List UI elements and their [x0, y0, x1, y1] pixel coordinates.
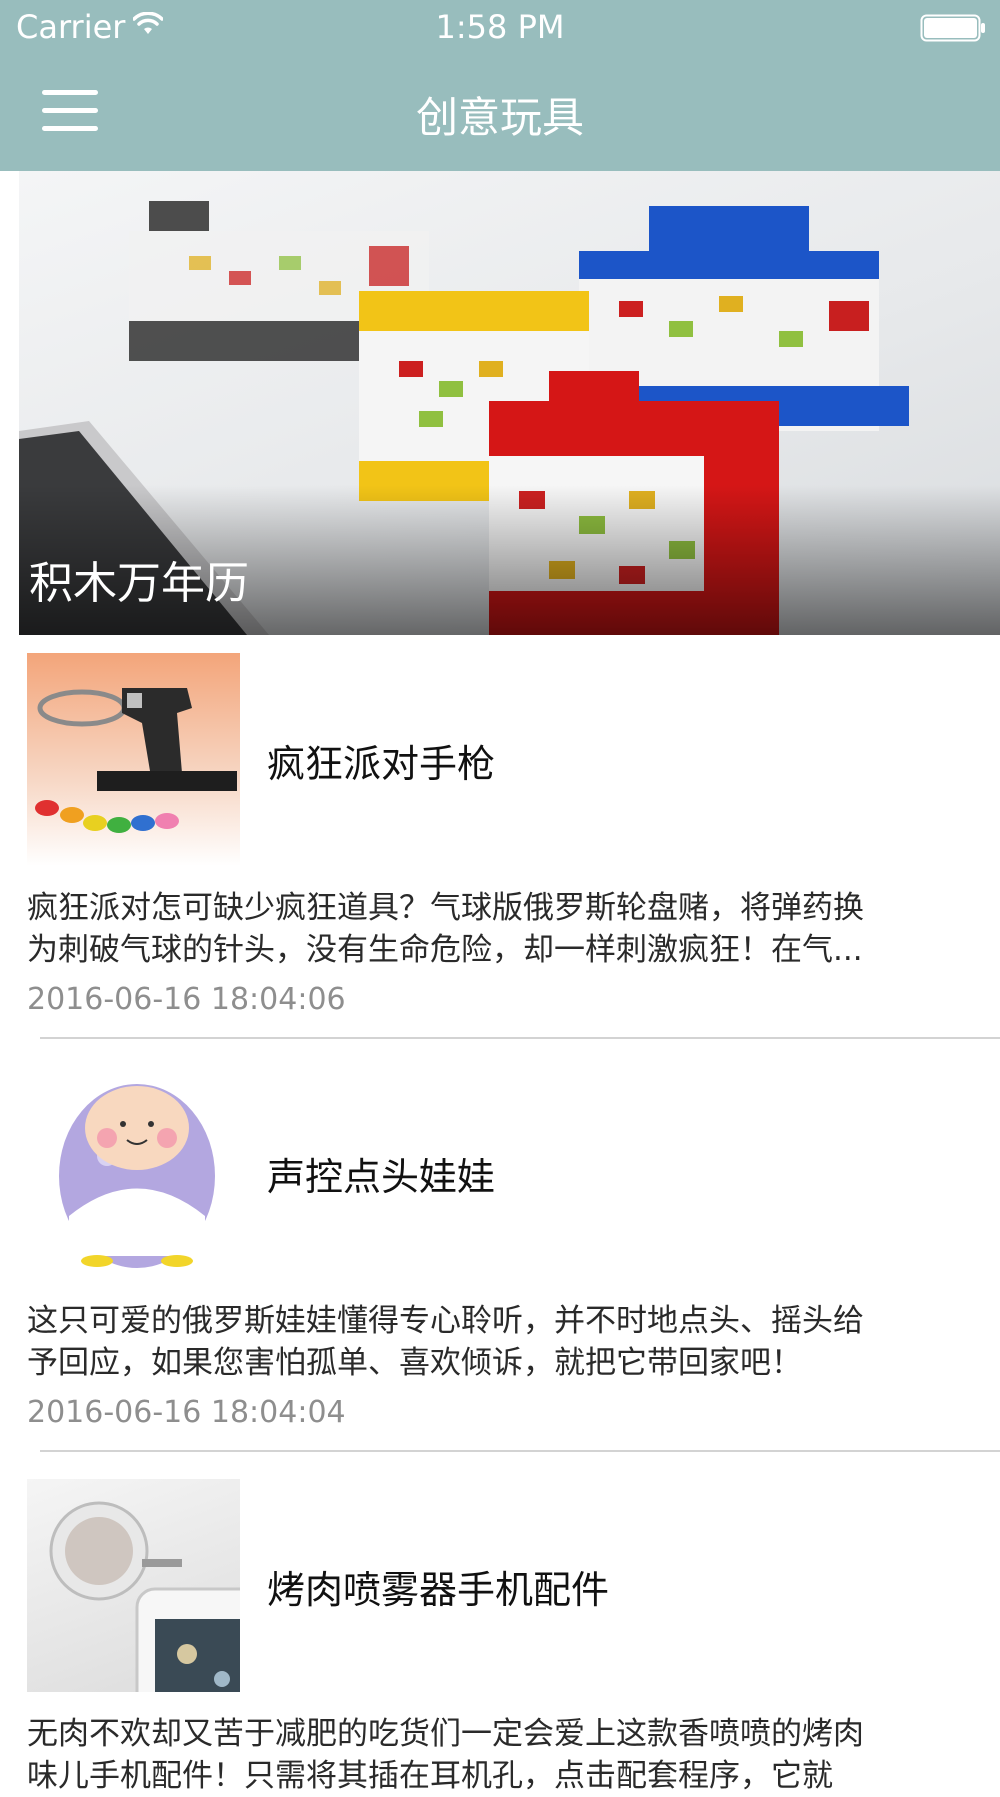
item-thumbnail [27, 1066, 240, 1279]
item-title: 烤肉喷雾器手机配件 [267, 1568, 610, 1612]
status-bar: Carrier 1:58 PM [0, 0, 1000, 54]
item-thumbnail [27, 653, 240, 866]
nav-bar: 创意玩具 [0, 54, 1000, 171]
featured-banner[interactable]: 积木万年历 [19, 171, 1000, 635]
banner-caption: 积木万年历 [29, 558, 249, 609]
item-thumbnail [27, 1479, 240, 1692]
list-item[interactable]: 烤肉喷雾器手机配件 无肉不欢却又苦于减肥的吃货们一定会爱上这款香喷喷的烤肉 味儿… [0, 1461, 1000, 1794]
list-item[interactable]: 疯狂派对手枪 疯狂派对怎可缺少疯狂道具？气球版俄罗斯轮盘赌，将弹药换 为刺破气球… [0, 635, 1000, 1040]
item-title: 声控点头娃娃 [267, 1155, 496, 1199]
divider [40, 1037, 1000, 1039]
list-item[interactable]: 声控点头娃娃 这只可爱的俄罗斯娃娃懂得专心聆听，并不时地点头、摇头给 予回应，如… [0, 1048, 1000, 1453]
item-date: 2016-06-16 18:04:04 [27, 1395, 346, 1430]
item-title: 疯狂派对手枪 [267, 742, 496, 786]
item-description: 无肉不欢却又苦于减肥的吃货们一定会爱上这款香喷喷的烤肉 味儿手机配件！只需将其插… [27, 1716, 864, 1794]
divider [40, 1450, 1000, 1452]
item-description: 疯狂派对怎可缺少疯狂道具？气球版俄罗斯轮盘赌，将弹药换 为刺破气球的针头，没有生… [27, 890, 864, 968]
battery-icon [920, 14, 986, 46]
page-title: 创意玩具 [415, 93, 584, 142]
status-time: 1:58 PM [435, 8, 565, 46]
item-date: 2016-06-16 18:04:06 [27, 982, 346, 1017]
item-description: 这只可爱的俄罗斯娃娃懂得专心聆听，并不时地点头、摇头给 予回应，如果您害怕孤单、… [27, 1303, 864, 1381]
